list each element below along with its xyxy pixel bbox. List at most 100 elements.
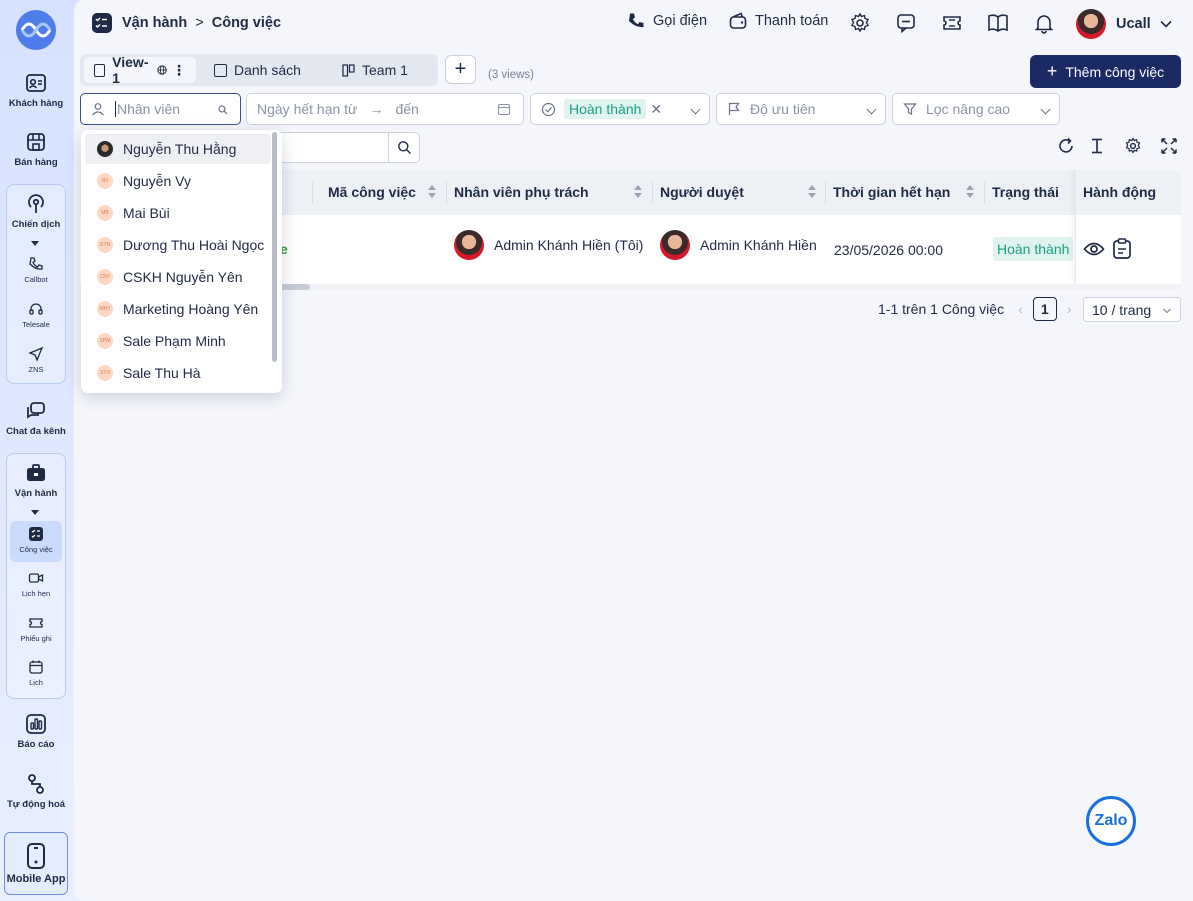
topbar: Vận hành > Công việc Gọi điện Thanh toán… [74,0,1193,48]
avatar: CNY [97,269,113,285]
text-height-icon[interactable] [1088,137,1106,155]
phone-icon [29,257,43,270]
avatar [97,141,113,157]
book-icon[interactable] [987,12,1009,34]
sidebar-item-tasks[interactable]: Công việc [10,521,62,562]
send-icon [28,346,44,362]
sidebar-item-customers[interactable]: Khách hàng [4,72,68,109]
kanban-icon [342,63,355,77]
breadcrumb-section[interactable]: Vận hành [122,15,187,31]
advanced-filter[interactable]: Lọc nâng cao [892,93,1060,125]
user-menu[interactable]: Ucall [1076,9,1173,39]
sort-icon[interactable] [634,185,642,199]
fullscreen-icon[interactable] [1160,137,1178,155]
add-task-label: Thêm công việc [1065,63,1165,80]
view-tabs: View-1 ⋮ Danh sách Team 1 [80,54,438,86]
expand-caret-icon[interactable] [31,510,39,515]
expand-caret-icon[interactable] [31,241,39,246]
dropdown-scrollbar[interactable] [272,132,277,362]
priority-filter[interactable]: Độ ưu tiên [716,93,886,125]
column-header-code[interactable]: Mã công việc [328,184,438,200]
sidebar-item-campaign[interactable]: Chiến dịch [4,193,68,230]
ucall-logo[interactable] [14,8,58,52]
table-search-input[interactable] [274,132,420,163]
sidebar-item-reports[interactable]: Báo cáo [4,713,68,750]
sidebar-item-sales[interactable]: Bán hàng [4,131,68,168]
search-button[interactable] [388,133,419,162]
option-label: Sale Thu Hà [123,365,201,381]
chevron-left-icon[interactable]: ‹ [1018,301,1023,317]
sidebar-item-operations[interactable]: Vận hành [4,462,68,499]
sort-icon[interactable] [808,185,816,199]
employee-filter[interactable]: Nhân viên [80,93,241,125]
more-options-icon[interactable]: ⋮ [172,62,186,79]
dropdown-option[interactable]: Nguyễn Thu Hằng [85,134,271,164]
payment-button[interactable]: Thanh toán [729,12,828,30]
ticket-icon[interactable] [941,12,963,34]
chevron-right-icon[interactable]: › [1067,301,1072,317]
tab-danh-sach[interactable]: Danh sách [204,57,322,83]
bell-icon[interactable] [1033,12,1055,34]
row-approver: Admin Khánh Hiền [660,230,817,260]
contact-card-icon [26,74,46,92]
column-divider [984,182,985,204]
tab-team-1[interactable]: Team 1 [332,57,432,83]
headset-icon [29,303,43,315]
dropdown-option[interactable]: MB Mai Bùi [85,198,271,228]
sidebar-label: Vận hành [14,488,58,499]
dropdown-option[interactable]: SPM Sale Phạm Minh [85,326,271,356]
status-filter[interactable]: Hoàn thành ✕ [530,93,710,125]
dropdown-option[interactable]: NV Nguyễn Vy [85,166,271,196]
tab-view-1[interactable]: View-1 ⋮ [84,54,196,86]
column-header-assignee[interactable]: Nhân viên phụ trách [454,184,644,200]
dropdown-option[interactable]: STH Sale Thu Hà [85,358,271,388]
sidebar-label: Bán hàng [14,157,58,168]
status-badge: Hoàn thành [993,237,1074,261]
zalo-chat-button[interactable]: Zalo [1086,796,1136,846]
sidebar-label: Lịch [29,678,43,687]
sort-icon[interactable] [428,185,436,199]
refresh-icon[interactable] [1057,137,1075,155]
close-icon[interactable]: ✕ [650,101,662,118]
sidebar-item-appointments[interactable]: Lịch hẹn [10,570,62,598]
due-to-placeholder: đến [395,101,419,117]
sidebar-item-zns[interactable]: ZNS [10,346,62,374]
due-date-range-filter[interactable]: Ngày hết hạn từ → đến [246,93,524,125]
dropdown-option[interactable]: MHY Marketing Hoàng Yên [85,294,271,324]
sidebar-item-calendar[interactable]: Lịch [10,659,62,687]
sidebar-item-telesale[interactable]: Telesale [10,301,62,329]
sidebar-label: Tự động hoá [6,799,66,810]
store-icon [27,133,45,151]
add-view-button[interactable]: + [445,55,476,84]
chevron-down-icon [1040,104,1051,115]
mobile-app-button[interactable]: Mobile App [4,832,68,895]
column-divider [312,182,313,204]
column-header-due[interactable]: Thời gian hết hạn [833,184,978,200]
gear-icon[interactable] [1124,137,1142,155]
payment-label: Thanh toán [755,13,829,29]
sidebar-item-omnichat[interactable]: Chat đa kênh [4,400,68,437]
column-divider [652,182,653,204]
zalo-label: Zalo [1094,812,1128,829]
option-label: CSKH Nguyễn Yên [123,269,243,285]
sidebar-item-callbot[interactable]: Callbot [10,256,62,284]
dropdown-option[interactable]: DTN Dương Thu Hoài Ngọc [85,230,271,260]
page-number-current[interactable]: 1 [1032,297,1057,321]
user-icon [92,103,104,116]
option-label: Nguyễn Vy [123,173,191,189]
gear-icon[interactable] [849,12,871,34]
mobile-app-label: Mobile App [6,872,66,885]
sidebar-label: Phiếu ghi [20,634,52,643]
sidebar-item-automation[interactable]: Tự động hoá [4,773,68,810]
globe-icon [157,65,167,75]
employee-filter-placeholder: Nhân viên [115,101,181,117]
sort-icon[interactable] [966,185,974,199]
column-header-approver[interactable]: Người duyệt [660,184,820,200]
call-button[interactable]: Gọi điện [627,12,707,30]
dropdown-option[interactable]: CNY CSKH Nguyễn Yên [85,262,271,292]
add-task-button[interactable]: + Thêm công việc [1030,55,1181,88]
page-size-select[interactable]: 10 / trang [1083,297,1181,322]
column-header-status[interactable]: Trạng thái [992,184,1059,200]
message-icon[interactable] [895,12,917,34]
sidebar-item-tickets[interactable]: Phiếu ghi [10,615,62,643]
